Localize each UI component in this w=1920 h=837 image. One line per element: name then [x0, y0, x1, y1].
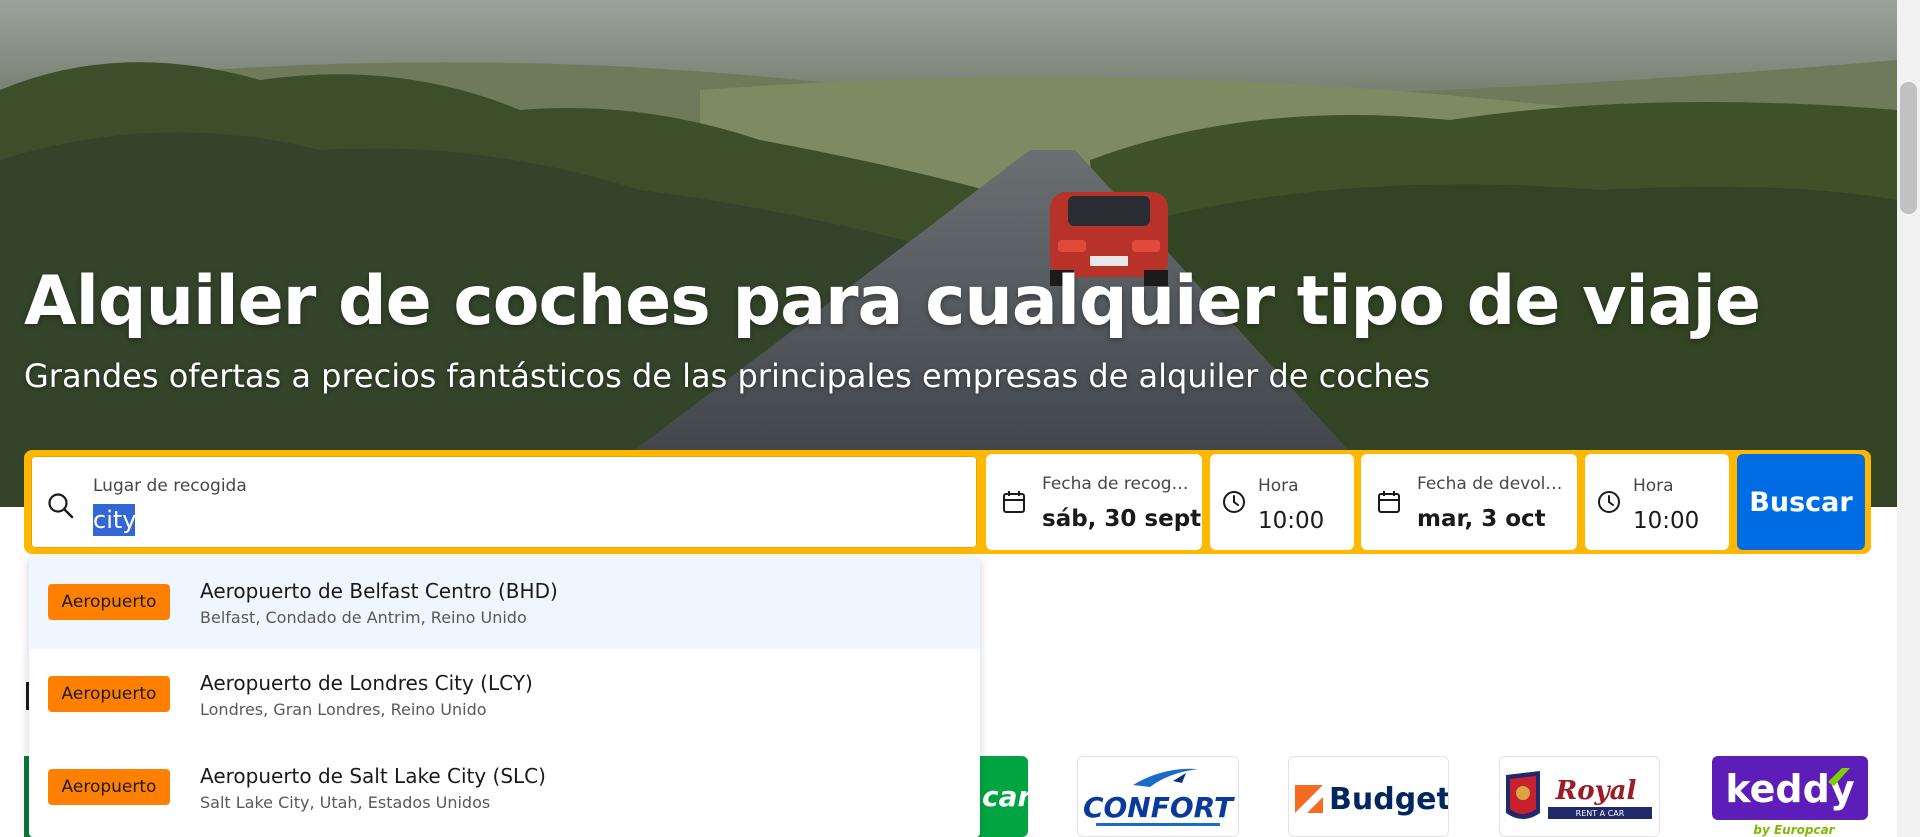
budget-logo-image: Budget — [1295, 782, 1449, 817]
pickup-location-input-wrap — [93, 504, 135, 538]
clock-icon — [1597, 490, 1621, 518]
suggestion-item[interactable]: Aeropuerto Aeropuerto de Belfast Centro … — [29, 557, 980, 649]
dropoff-date-field[interactable]: Fecha de devolu... mar, 3 oct — [1361, 454, 1577, 550]
pickup-date-field[interactable]: Fecha de recogi... sáb, 30 sept — [986, 454, 1202, 550]
search-icon — [47, 492, 75, 524]
brand-logo-confort[interactable]: CONFORT — [1077, 756, 1239, 837]
budget-logo-text: Budget — [1329, 782, 1449, 817]
page-subtitle: Grandes ofertas a precios fantásticos de… — [24, 357, 1431, 395]
hero-landscape-image — [0, 0, 1897, 507]
suggestion-subtitle: Salt Lake City, Utah, Estados Unidos — [200, 793, 491, 812]
royal-logo-image: Royal RENT A CAR — [1506, 771, 1652, 819]
pickup-location-field[interactable]: Lugar de recogida — [29, 454, 979, 550]
dropoff-date-label: Fecha de devolu... — [1417, 474, 1565, 494]
pickup-date-value: sáb, 30 sept — [1042, 506, 1202, 532]
location-suggestions-dropdown: Aeropuerto Aeropuerto de Belfast Centro … — [29, 557, 980, 837]
calendar-icon — [1377, 490, 1401, 518]
keddy-logo-text: keddy — [1725, 767, 1854, 811]
airport-badge: Aeropuerto — [48, 769, 170, 805]
keddy-tagline-text: by Europcar — [1753, 823, 1835, 837]
scrollbar-thumb[interactable] — [1900, 82, 1917, 214]
search-bar: Lugar de recogida Fecha de recogi... sáb… — [24, 450, 1871, 554]
brand-logo-royal[interactable]: Royal RENT A CAR — [1499, 756, 1660, 837]
clock-icon — [1222, 490, 1246, 518]
hero-banner: Alquiler de coches para cualquier tipo d… — [0, 0, 1897, 507]
suggestion-title: Aeropuerto de Salt Lake City (SLC) — [200, 764, 546, 788]
keddy-logo-image: keddy by Europcar — [1712, 756, 1868, 837]
suggestion-title: Aeropuerto de Belfast Centro (BHD) — [200, 579, 558, 603]
pickup-time-label: Hora — [1258, 476, 1299, 496]
brand-logo-budget[interactable]: Budget — [1288, 756, 1449, 837]
suggestion-item[interactable]: Aeropuerto Aeropuerto de Londres City (L… — [29, 649, 980, 741]
page-title: Alquiler de coches para cualquier tipo d… — [24, 262, 1761, 341]
pickup-location-label: Lugar de recogida — [93, 476, 247, 496]
calendar-icon — [1002, 490, 1026, 518]
dropoff-time-value: 10:00 — [1633, 508, 1700, 534]
confort-logo-text: CONFORT — [1083, 791, 1235, 824]
airport-badge: Aeropuerto — [48, 676, 170, 712]
dropoff-time-field[interactable]: Hora 10:00 — [1585, 454, 1729, 550]
search-button[interactable]: Buscar — [1737, 454, 1865, 550]
dropoff-time-label: Hora — [1633, 476, 1674, 496]
pickup-location-input[interactable] — [93, 504, 135, 536]
dropoff-date-value: mar, 3 oct — [1417, 506, 1546, 532]
pickup-time-field[interactable]: Hora 10:00 — [1210, 454, 1354, 550]
confort-logo-image: CONFORT — [1083, 768, 1235, 826]
pickup-date-label: Fecha de recogi... — [1042, 474, 1190, 494]
airport-badge: Aeropuerto — [48, 584, 170, 620]
suggestion-item[interactable]: Aeropuerto Aeropuerto de Salt Lake City … — [29, 742, 980, 834]
suggestion-title: Aeropuerto de Londres City (LCY) — [200, 671, 533, 695]
pickup-time-value: 10:00 — [1258, 508, 1325, 534]
royal-logo-text: Royal — [1555, 776, 1637, 806]
suggestion-subtitle: Londres, Gran Londres, Reino Unido — [200, 700, 487, 719]
europcar-logo-text: car — [982, 780, 1028, 813]
brand-logo-keddy[interactable]: keddy by Europcar — [1710, 756, 1870, 837]
royal-tagline-text: RENT A CAR — [1576, 809, 1625, 818]
suggestion-subtitle: Belfast, Condado de Antrim, Reino Unido — [200, 608, 527, 627]
